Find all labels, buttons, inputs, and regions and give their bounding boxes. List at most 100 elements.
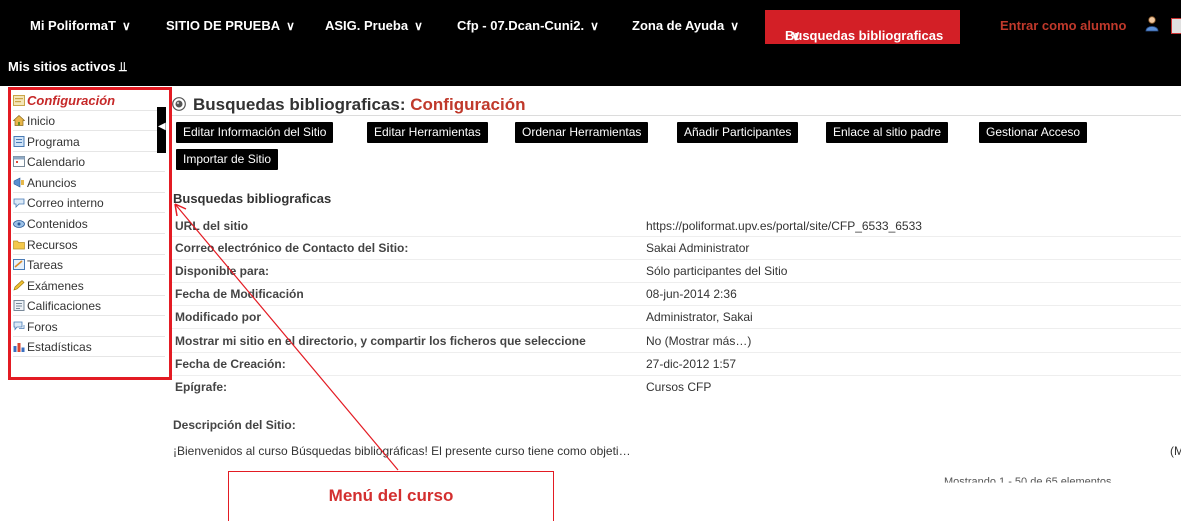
settings-icon: [13, 95, 25, 106]
sidebar-item-programa[interactable]: Programa: [13, 133, 163, 151]
nav-item-mi-poliformat[interactable]: Mi PoliformaT ∨: [30, 18, 131, 33]
sidebar-item-label: Inicio: [27, 114, 56, 128]
nav-item-sitio-de-prueba[interactable]: SITIO DE PRUEBA ∨: [166, 18, 295, 33]
page-title-site: Busquedas bibliograficas:: [193, 95, 411, 114]
property-label: Fecha de Modificación: [175, 287, 304, 301]
sidebar-item-label: Contenidos: [27, 217, 88, 231]
user-icon[interactable]: [1145, 16, 1159, 32]
divider: [13, 274, 165, 275]
sidebar-item-calificaciones[interactable]: Calificaciones: [13, 297, 163, 315]
nav-item-label: SITIO DE PRUEBA: [166, 18, 281, 33]
sidebar-item-label: Programa: [27, 135, 80, 149]
nav-item-label: ASIG. Prueba: [325, 18, 409, 33]
calendar-icon: [13, 156, 25, 167]
manage-access-button[interactable]: Gestionar Acceso: [979, 122, 1088, 143]
divider: [172, 115, 1181, 116]
sidebar-item-label: Configuración: [27, 93, 116, 108]
sidebar-item-label: Anuncios: [27, 176, 77, 190]
description-text: ¡Bienvenidos al curso Búsquedas bibliogr…: [173, 444, 631, 458]
nav-item-label: Zona de Ayuda: [632, 18, 725, 33]
divider: [13, 192, 165, 193]
divider: [13, 336, 165, 337]
divider: [13, 110, 165, 111]
divider: [13, 254, 165, 255]
sidebar-item-label: Correo interno: [27, 196, 104, 210]
divider: [13, 212, 165, 213]
sidebar-item-tareas[interactable]: Tareas: [13, 256, 163, 274]
property-label: Modificado por: [175, 310, 261, 324]
nav-item-busquedas-bibliograficas[interactable]: Busquedas bibliograficas ∨: [765, 10, 960, 44]
pagination-status: Mostrando 1 - 50 de 65 elementos: [944, 476, 1112, 488]
sidebar-item-label: Exámenes: [27, 279, 84, 293]
chevron-down-icon: ∨: [590, 19, 599, 33]
sidebar-item-inicio[interactable]: Inicio: [13, 112, 163, 130]
property-label: URL del sitio: [175, 219, 249, 233]
logout-icon[interactable]: [1171, 18, 1181, 34]
show-more-link[interactable]: No (Mostrar más…): [646, 334, 751, 348]
divider: [13, 171, 165, 172]
property-value: Sakai Administrator: [646, 241, 750, 255]
divider: [172, 305, 1181, 306]
sidebar-item-calendario[interactable]: Calendario: [13, 153, 163, 171]
sidebar-item-label: Estadísticas: [27, 340, 92, 354]
divider: [13, 315, 165, 316]
top-navigation-bar: Mi PoliformaT ∨ SITIO DE PRUEBA ∨ ASIG. Pr…: [0, 0, 1181, 86]
sidebar-item-configuracion[interactable]: Configuración: [13, 92, 163, 110]
chevron-down-icon: ∨: [730, 19, 740, 33]
property-label: Epígrafe:: [175, 380, 228, 394]
property-value: Administrator, Sakai: [646, 310, 753, 324]
chevron-down-icon: ∨: [414, 19, 423, 33]
divider: [13, 356, 165, 357]
sidebar-item-recursos[interactable]: Recursos: [13, 236, 163, 254]
assignments-icon: [13, 259, 25, 270]
edit-site-info-button[interactable]: Editar Información del Sitio: [176, 122, 334, 143]
sidebar-item-examenes[interactable]: Exámenes: [13, 277, 163, 295]
nav-item-zona-de-ayuda[interactable]: Zona de Ayuda ∨: [632, 18, 739, 33]
property-label: Fecha de Creación:: [175, 357, 286, 371]
parent-site-link-button[interactable]: Enlace al sitio padre: [826, 122, 949, 143]
sidebar-item-contenidos[interactable]: Contenidos: [13, 215, 163, 233]
chevron-left-icon: ◀: [158, 121, 166, 132]
import-from-site-button[interactable]: Importar de Sitio: [176, 149, 279, 170]
nav-item-label: Mi PoliformaT: [30, 18, 116, 33]
sidebar-item-anuncios[interactable]: Anuncios: [13, 174, 163, 192]
forums-icon: [13, 321, 25, 331]
collapse-menu-toggle[interactable]: ◀: [157, 107, 166, 153]
description-label: Descripción del Sitio:: [173, 418, 296, 432]
announcements-icon: [13, 177, 24, 188]
sidebar-item-label: Foros: [27, 320, 58, 334]
sidebar-item-foros[interactable]: Foros: [13, 318, 163, 336]
nav-item-asig-prueba[interactable]: ASIG. Prueba ∨: [325, 18, 423, 33]
sidebar-item-estadisticas[interactable]: Estadísticas: [13, 338, 163, 356]
my-active-sites[interactable]: Mis sitios activos ⫫: [8, 59, 127, 75]
divider: [172, 259, 1181, 260]
sidebar-item-label: Calendario: [27, 155, 86, 169]
sidebar-item-label: Tareas: [27, 258, 64, 272]
annotation-callout: Menú del curso: [228, 471, 554, 521]
divider: [172, 375, 1181, 376]
pencil-icon: [13, 280, 25, 291]
chevron-down-icon: ∨: [121, 19, 131, 33]
content-icon: [13, 220, 25, 228]
my-sites-label: Mis sitios activos: [8, 59, 116, 74]
nav-item-label: Cfp - 07.Dcan-Cuni2.: [457, 18, 585, 33]
divider: [13, 151, 165, 152]
enter-as-student-link[interactable]: Entrar como alumno: [1000, 18, 1126, 33]
add-participants-button[interactable]: Añadir Participantes: [677, 122, 799, 143]
gradebook-icon: [13, 300, 25, 311]
chevron-down-icon: ∨: [791, 28, 801, 43]
property-value: Cursos CFP: [646, 380, 712, 394]
nav-item-cfp[interactable]: Cfp - 07.Dcan-Cuni2. ∨: [457, 18, 599, 33]
order-tools-button[interactable]: Ordenar Herramientas: [515, 122, 649, 143]
sidebar-item-correo-interno[interactable]: Correo interno: [13, 194, 163, 212]
divider: [172, 236, 1181, 237]
site-name-heading: Busquedas bibliograficas: [173, 191, 332, 206]
page-title-tool: Configuración: [410, 95, 526, 114]
description-more-link[interactable]: (M: [1170, 444, 1181, 458]
sidebar-item-label: Calificaciones: [27, 299, 102, 313]
home-icon: [13, 115, 25, 126]
edit-tools-button[interactable]: Editar Herramientas: [367, 122, 488, 143]
property-value: https://poliformat.upv.es/portal/site/CF…: [646, 219, 922, 233]
property-label: Correo electrónico de Contacto del Sitio…: [175, 241, 409, 255]
page-title: Busquedas bibliograficas: Configuración: [193, 95, 525, 115]
